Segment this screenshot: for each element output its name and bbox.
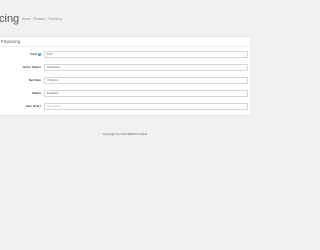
net-date-label: Net Date [28,78,41,82]
form-row-status: Status Enabled [0,90,250,97]
panel-heading: Financing [0,37,250,47]
breadcrumb-current: Financing [47,17,62,21]
status-select[interactable]: Enabled [44,90,248,97]
panel-title: Financing [1,39,21,44]
order-status-select[interactable]: Canceled [44,64,248,71]
form-row-total: Total i 6.67 [0,51,250,58]
info-icon[interactable]: i [38,52,41,56]
footer-copyright: Copyright by INFORMATICAZEN [102,132,148,136]
breadcrumb: Home›Finance›Financing [22,17,62,21]
page-title: cing [0,13,20,25]
breadcrumb-section-link[interactable]: Finance [34,17,45,21]
form-row-item-order: Item Order Sort Order [0,103,250,110]
form-panel: Financing Total i 6.67 Order Status Cance… [0,36,250,116]
total-label: Total i [30,52,41,56]
net-date-input[interactable]: 7/1/2xxx [44,77,248,84]
form-row-order-status: Order Status Canceled [0,64,250,71]
total-input[interactable]: 6.67 [44,51,248,58]
form-row-net-date: Net Date 7/1/2xxx [0,77,250,84]
page-header: cing Home›Finance›Financing [0,0,250,36]
item-order-label: Item Order [25,104,41,108]
status-label: Status [31,91,41,95]
item-order-input[interactable]: Sort Order [44,103,248,110]
total-label-text: Total [30,52,37,56]
order-status-label: Order Status [22,65,41,69]
breadcrumb-home-link[interactable]: Home [22,17,31,21]
